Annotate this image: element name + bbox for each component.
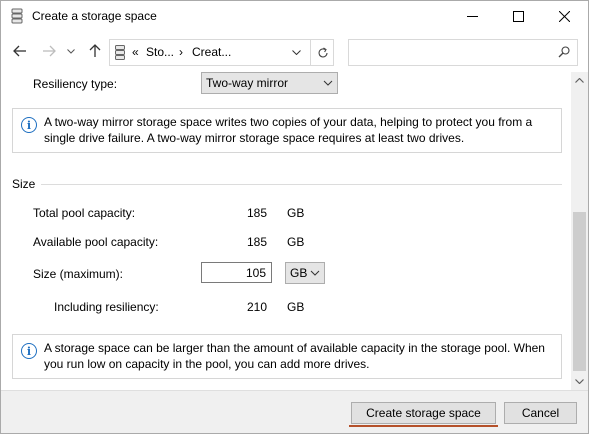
- total-capacity-label: Total pool capacity:: [33, 206, 136, 220]
- minimize-button[interactable]: [449, 1, 495, 32]
- chevron-down-icon: [291, 50, 301, 55]
- breadcrumb-overflow[interactable]: «: [132, 45, 139, 59]
- scrollbar-thumb[interactable]: [573, 212, 586, 371]
- minimize-icon: [466, 16, 478, 17]
- total-capacity-value: 185: [246, 206, 267, 220]
- close-button[interactable]: [541, 1, 587, 32]
- back-button[interactable]: [11, 42, 29, 60]
- total-capacity-unit: GB: [287, 206, 305, 220]
- chevron-up-icon: [575, 78, 584, 83]
- available-capacity-unit: GB: [287, 235, 305, 249]
- search-icon: [558, 46, 570, 58]
- info-icon: i: [21, 117, 37, 133]
- available-capacity-label: Available pool capacity:: [33, 235, 159, 249]
- content-area: Resiliency type: Two-way mirror i A two-…: [1, 72, 571, 390]
- cancel-button[interactable]: Cancel: [504, 402, 577, 424]
- title-bar: Create a storage space: [1, 1, 588, 32]
- search-input[interactable]: [348, 39, 578, 66]
- window-title: Create a storage space: [32, 9, 157, 23]
- size-unit-select[interactable]: GB: [285, 262, 325, 284]
- size-unit-value: GB: [290, 266, 308, 280]
- resiliency-info-box: i A two-way mirror storage space writes …: [12, 108, 562, 153]
- resiliency-type-value: Two-way mirror: [206, 76, 289, 90]
- address-dropdown-button[interactable]: [285, 40, 307, 65]
- breadcrumb-item-storage[interactable]: Sto...: [146, 45, 174, 59]
- address-bar-row: « Sto... › Creat...: [1, 32, 588, 72]
- up-button[interactable]: [86, 42, 104, 60]
- dialog-footer: Create storage space Cancel: [1, 390, 588, 433]
- forward-button[interactable]: [40, 42, 58, 60]
- recent-locations-button[interactable]: [65, 42, 77, 60]
- scroll-up-button[interactable]: [571, 72, 588, 89]
- size-maximum-label: Size (maximum):: [33, 267, 124, 281]
- size-maximum-input[interactable]: 105: [201, 262, 272, 283]
- resiliency-info-text: A two-way mirror storage space writes tw…: [44, 115, 533, 145]
- vertical-scrollbar[interactable]: [571, 72, 588, 390]
- including-resiliency-value: 210: [246, 300, 267, 314]
- scroll-down-button[interactable]: [571, 373, 588, 390]
- resiliency-type-label: Resiliency type:: [33, 77, 118, 91]
- storage-icon: [11, 8, 23, 24]
- size-info-box: i A storage space can be larger than the…: [12, 334, 562, 379]
- including-resiliency-unit: GB: [287, 300, 305, 314]
- create-storage-space-window: Create a storage space « Sto... › Creat.…: [0, 0, 589, 434]
- chevron-down-icon: [323, 80, 333, 86]
- size-info-text: A storage space can be larger than the a…: [44, 341, 545, 371]
- refresh-icon: [317, 47, 328, 57]
- refresh-button[interactable]: [310, 40, 334, 65]
- size-maximum-value: 105: [245, 266, 266, 280]
- available-capacity-value: 185: [246, 235, 267, 249]
- breadcrumb-item-create[interactable]: Creat...: [192, 45, 231, 59]
- chevron-down-icon: [575, 379, 584, 384]
- arrow-left-icon: [13, 45, 26, 57]
- arrow-up-icon: [89, 44, 101, 57]
- chevron-down-icon: [310, 270, 320, 276]
- breadcrumb-separator: ›: [179, 45, 183, 59]
- storage-icon: [115, 45, 125, 60]
- size-group-divider: [41, 184, 562, 185]
- maximize-icon: [512, 11, 524, 22]
- info-icon: i: [21, 343, 37, 359]
- chevron-down-icon: [67, 48, 75, 54]
- size-group-title: Size: [12, 177, 36, 191]
- including-resiliency-label: Including resiliency:: [54, 300, 159, 314]
- close-icon: [558, 11, 570, 22]
- arrow-right-icon: [43, 45, 56, 57]
- resiliency-type-select[interactable]: Two-way mirror: [201, 72, 338, 94]
- create-storage-space-button[interactable]: Create storage space: [349, 402, 498, 427]
- maximize-button[interactable]: [495, 1, 541, 32]
- address-bar[interactable]: « Sto... › Creat...: [109, 39, 334, 66]
